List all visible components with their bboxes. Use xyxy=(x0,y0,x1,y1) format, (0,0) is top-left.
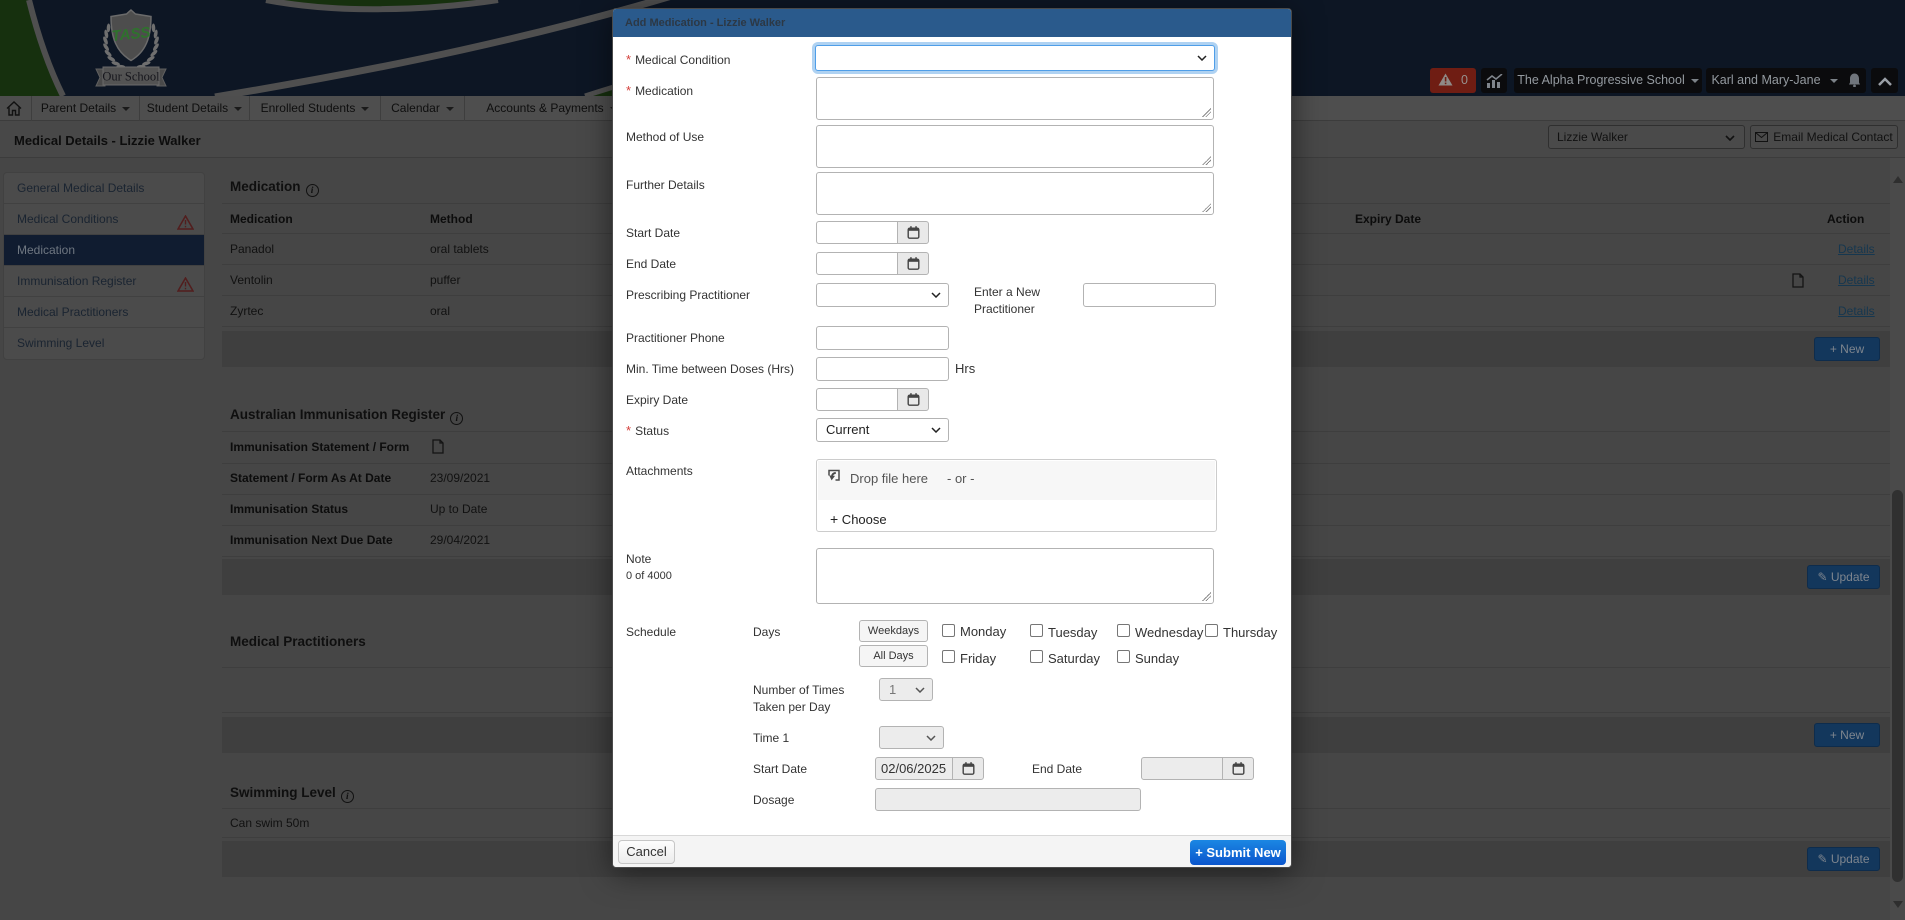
svg-text:Our School: Our School xyxy=(102,70,160,84)
